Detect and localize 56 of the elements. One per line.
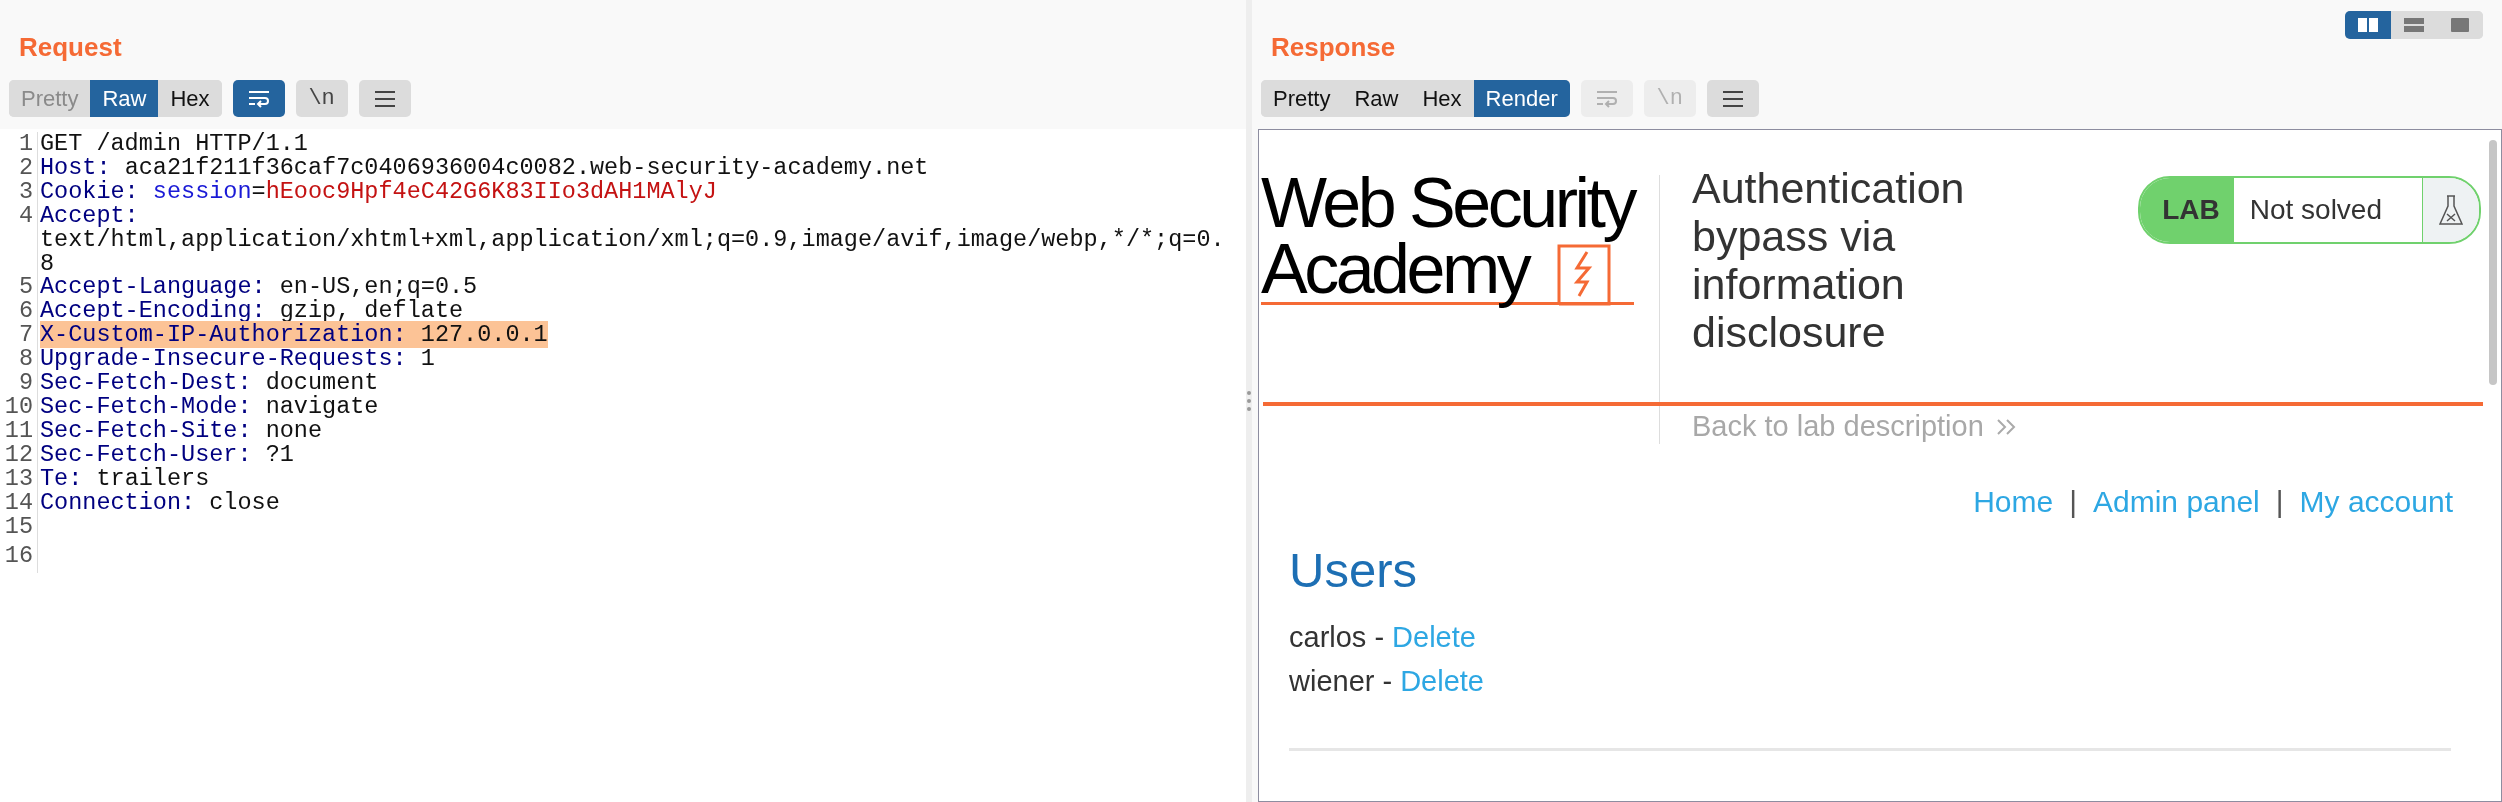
wrap-icon	[246, 88, 271, 109]
nav-separator: |	[2069, 484, 2077, 520]
line-number: 6	[17, 299, 34, 324]
line-number: 7	[17, 323, 34, 348]
header-value: en-US,en;q=0.5	[279, 273, 478, 301]
view-tab[interactable]: Render	[1473, 80, 1570, 117]
line-number: 1	[17, 132, 34, 156]
line-number: 3	[17, 179, 34, 204]
line-number: 8	[17, 347, 34, 372]
line-number: 11	[3, 418, 34, 443]
line-number: 13	[3, 466, 34, 491]
pane-title: Request	[19, 30, 122, 63]
wrap-icon	[1594, 88, 1619, 109]
nav-separator: |	[2275, 484, 2284, 520]
line-number: 15	[3, 514, 34, 542]
line-number: 5	[17, 275, 34, 300]
menu-icon	[373, 89, 396, 108]
menu-button[interactable]	[358, 80, 411, 117]
line-number: 12	[3, 442, 34, 467]
scrollbar[interactable]	[2489, 140, 2497, 385]
nav-link[interactable]: Home	[1973, 484, 2054, 520]
newline-button[interactable]: \n	[295, 80, 348, 117]
line-number: 14	[3, 490, 34, 515]
users-heading: Users	[1289, 542, 1418, 598]
view-tab[interactable]: Raw	[90, 80, 159, 117]
drag-handle-icon[interactable]	[1246, 390, 1252, 412]
line-number: 10	[3, 394, 34, 419]
nav-link[interactable]: My account	[2299, 484, 2453, 520]
flask-icon	[2438, 194, 2464, 226]
lab-label: LAB	[2140, 178, 2234, 242]
username: wiener -	[1289, 664, 1393, 699]
delete-link[interactable]: Delete	[1392, 615, 1476, 659]
nav-link[interactable]: Admin panel	[2093, 484, 2260, 520]
lab-status: Not solved	[2248, 193, 2383, 227]
username: carlos -	[1289, 620, 1385, 655]
columns-icon	[2357, 17, 2379, 33]
line-number: 4	[17, 203, 34, 231]
chevron-icon	[1995, 417, 2018, 436]
header-name: Upgrade-Insecure-Requests:	[40, 345, 407, 373]
line-number: 9	[17, 371, 34, 395]
delete-link[interactable]: Delete	[1400, 659, 1484, 703]
wrap-button[interactable]	[232, 80, 285, 117]
square-icon	[2450, 17, 2470, 33]
header-value: 127.0.0.1	[420, 321, 548, 349]
layout-button[interactable]	[2345, 11, 2391, 39]
pane-title: Response	[1271, 30, 1396, 63]
menu-button[interactable]	[1706, 80, 1759, 117]
back-link[interactable]: Back to lab description	[1692, 410, 1984, 443]
rows-icon	[2403, 17, 2425, 33]
request-editor[interactable]	[0, 129, 1246, 802]
line-number: 16	[3, 543, 34, 571]
header-value: close	[209, 488, 280, 516]
menu-icon	[1721, 89, 1744, 108]
lightning-icon	[1557, 244, 1611, 306]
line-number: 2	[17, 155, 34, 180]
lab-title: Authentication bypass via information disclosure	[1692, 164, 1966, 356]
